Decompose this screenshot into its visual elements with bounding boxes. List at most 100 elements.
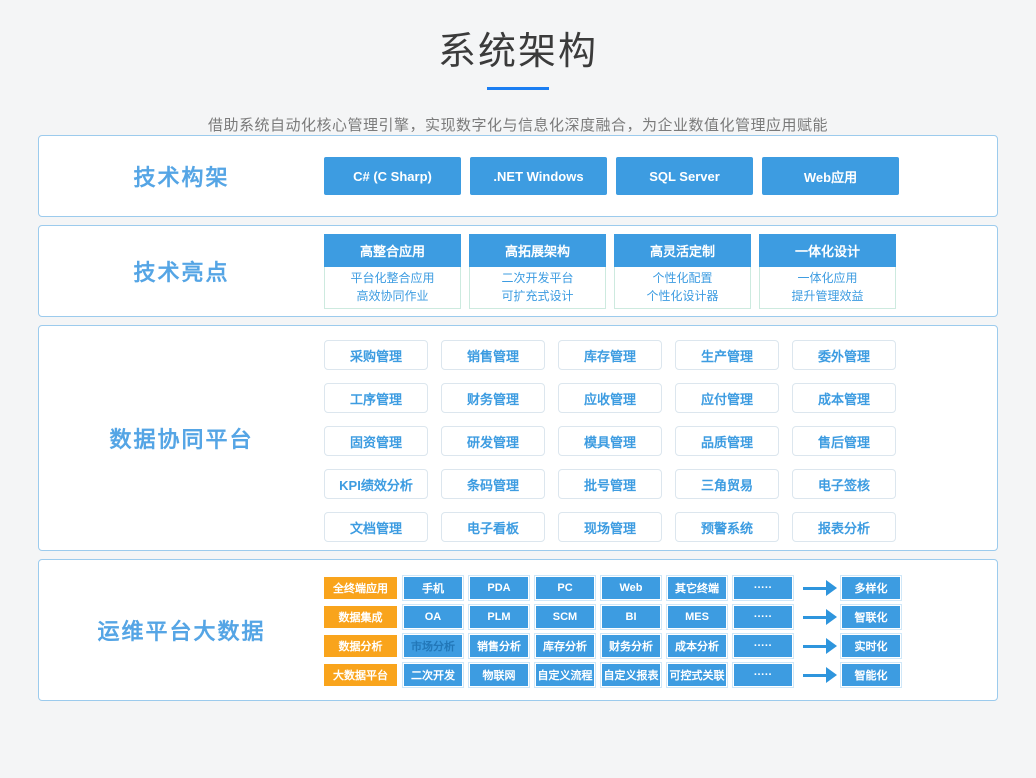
tech-stack-button-dotnet[interactable]: .NET Windows	[470, 157, 607, 195]
module-button[interactable]: 生产管理	[675, 340, 779, 370]
arrow-right-icon	[802, 606, 838, 628]
module-button[interactable]: 条码管理	[441, 469, 545, 499]
module-button[interactable]: 三角贸易	[675, 469, 779, 499]
bigdata-item-button[interactable]: 成本分析	[668, 635, 726, 657]
module-button[interactable]: 采购管理	[324, 340, 428, 370]
bigdata-item-button[interactable]: 自定义报表	[602, 664, 660, 686]
bigdata-item-button[interactable]: 二次开发	[404, 664, 462, 686]
module-button[interactable]: 财务管理	[441, 383, 545, 413]
highlight-card-line: 平台化整合应用	[325, 269, 460, 287]
bigdata-item-button[interactable]: Web	[602, 577, 660, 599]
bigdata-item-button[interactable]: 销售分析	[470, 635, 528, 657]
highlight-card-line: 提升管理效益	[760, 287, 895, 305]
bigdata-item-button[interactable]: 库存分析	[536, 635, 594, 657]
bigdata-item-button[interactable]: 其它终端	[668, 577, 726, 599]
section-bigdata: 运维平台大数据 全终端应用手机 PDA PC Web 其它终端 ····· 多样化数据集成 O…	[38, 559, 998, 701]
bigdata-category-tag[interactable]: 数据分析	[324, 635, 397, 657]
bigdata-item-button[interactable]: PDA	[470, 577, 528, 599]
bigdata-item-button[interactable]: PC	[536, 577, 594, 599]
bigdata-result-button[interactable]: 智能化	[842, 664, 900, 686]
module-button[interactable]: 应付管理	[675, 383, 779, 413]
module-button[interactable]: 应收管理	[558, 383, 662, 413]
bigdata-category-tag[interactable]: 全终端应用	[324, 577, 397, 599]
module-button[interactable]: 电子签核	[792, 469, 896, 499]
highlight-card: 高灵活定制 个性化配置 个性化设计器	[614, 234, 751, 309]
highlight-card-body: 平台化整合应用 高效协同作业	[324, 267, 461, 309]
bigdata-item-button[interactable]: ·····	[734, 577, 792, 599]
highlight-card-line: 一体化应用	[760, 269, 895, 287]
bigdata-row: 数据分析市场分析销售分析库存分析财务分析成本分析 ····· 实时化	[324, 635, 997, 657]
bigdata-category-tag[interactable]: 大数据平台	[324, 664, 397, 686]
module-button[interactable]: 库存管理	[558, 340, 662, 370]
bigdata-item-button[interactable]: OA	[404, 606, 462, 628]
module-button[interactable]: 销售管理	[441, 340, 545, 370]
highlight-card-body: 个性化配置 个性化设计器	[614, 267, 751, 309]
bigdata-item-button[interactable]: ·····	[734, 606, 792, 628]
module-button[interactable]: 批号管理	[558, 469, 662, 499]
highlight-card: 高整合应用 平台化整合应用 高效协同作业	[324, 234, 461, 309]
module-button[interactable]: 成本管理	[792, 383, 896, 413]
arrow-right-icon	[802, 664, 838, 686]
tech-stack-button-web[interactable]: Web应用	[762, 157, 899, 195]
bigdata-item-button[interactable]: ·····	[734, 664, 792, 686]
highlight-card-line: 个性化配置	[615, 269, 750, 287]
highlight-card-line: 个性化设计器	[615, 287, 750, 305]
arrow-right-icon	[802, 577, 838, 599]
module-button[interactable]: 电子看板	[441, 512, 545, 542]
bigdata-item-button[interactable]: 市场分析	[404, 635, 462, 657]
module-button[interactable]: 工序管理	[324, 383, 428, 413]
module-button[interactable]: 委外管理	[792, 340, 896, 370]
bigdata-item-button[interactable]: 自定义流程	[536, 664, 594, 686]
module-button[interactable]: 品质管理	[675, 426, 779, 456]
bigdata-item-button[interactable]: SCM	[536, 606, 594, 628]
bigdata-category-tag[interactable]: 数据集成	[324, 606, 397, 628]
bigdata-item-button[interactable]: ·····	[734, 635, 792, 657]
highlight-card-title: 高拓展架构	[469, 234, 606, 267]
highlight-card: 高拓展架构 二次开发平台 可扩充式设计	[469, 234, 606, 309]
tech-stack-buttons: C# (C Sharp) .NET Windows SQL Server Web…	[324, 136, 997, 216]
module-button[interactable]: 固资管理	[324, 426, 428, 456]
module-button[interactable]: 研发管理	[441, 426, 545, 456]
page-title: 系统架构	[0, 20, 1036, 75]
module-button[interactable]: 报表分析	[792, 512, 896, 542]
bigdata-item-button[interactable]: 物联网	[470, 664, 528, 686]
system-architecture-page: 系统架构 借助系统自动化核心管理引擎，实现数字化与信息化深度融合，为企业数值化管…	[0, 0, 1036, 778]
module-grid: 采购管理销售管理库存管理生产管理委外管理工序管理财务管理应收管理应付管理成本管理…	[324, 326, 997, 550]
page-header: 系统架构 借助系统自动化核心管理引擎，实现数字化与信息化深度融合，为企业数值化管…	[0, 0, 1036, 135]
bigdata-item-button[interactable]: PLM	[470, 606, 528, 628]
module-button[interactable]: 预警系统	[675, 512, 779, 542]
bigdata-item-button[interactable]: MES	[668, 606, 726, 628]
bigdata-item-button[interactable]: 可控式关联	[668, 664, 726, 686]
highlight-card-body: 一体化应用 提升管理效益	[759, 267, 896, 309]
highlight-card-line: 可扩充式设计	[470, 287, 605, 305]
bigdata-row: 大数据平台二次开发物联网自定义流程自定义报表可控式关联 ····· 智能化	[324, 664, 997, 686]
tech-stack-button-sql[interactable]: SQL Server	[616, 157, 753, 195]
section-label-data-platform: 数据协同平台	[39, 326, 324, 550]
highlight-card-line: 二次开发平台	[470, 269, 605, 287]
highlight-card: 一体化设计 一体化应用 提升管理效益	[759, 234, 896, 309]
bigdata-rows: 全终端应用手机 PDA PC Web 其它终端 ····· 多样化数据集成 OA PLM SCM B…	[324, 560, 997, 700]
bigdata-item-button[interactable]: 财务分析	[602, 635, 660, 657]
highlight-card-line: 高效协同作业	[325, 287, 460, 305]
bigdata-item-button[interactable]: BI	[602, 606, 660, 628]
section-tech-stack: 技术构架 C# (C Sharp) .NET Windows SQL Serve…	[38, 135, 998, 217]
module-button[interactable]: 文档管理	[324, 512, 428, 542]
module-button[interactable]: 现场管理	[558, 512, 662, 542]
bigdata-result-button[interactable]: 实时化	[842, 635, 900, 657]
highlight-card-body: 二次开发平台 可扩充式设计	[469, 267, 606, 309]
tech-stack-button-csharp[interactable]: C# (C Sharp)	[324, 157, 461, 195]
section-highlights: 技术亮点 高整合应用 平台化整合应用 高效协同作业 高拓展架构 二次开发平台 可…	[38, 225, 998, 317]
module-button[interactable]: KPI绩效分析	[324, 469, 428, 499]
highlight-card-title: 一体化设计	[759, 234, 896, 267]
bigdata-result-button[interactable]: 多样化	[842, 577, 900, 599]
section-label-bigdata: 运维平台大数据	[39, 560, 324, 700]
section-label-highlights: 技术亮点	[39, 226, 324, 316]
highlight-cards: 高整合应用 平台化整合应用 高效协同作业 高拓展架构 二次开发平台 可扩充式设计…	[324, 226, 997, 316]
bigdata-item-button[interactable]: 手机	[404, 577, 462, 599]
title-underline	[487, 87, 549, 90]
module-button[interactable]: 模具管理	[558, 426, 662, 456]
module-button[interactable]: 售后管理	[792, 426, 896, 456]
bigdata-result-button[interactable]: 智联化	[842, 606, 900, 628]
section-label-tech-stack: 技术构架	[39, 136, 324, 216]
section-data-platform: 数据协同平台 采购管理销售管理库存管理生产管理委外管理工序管理财务管理应收管理应…	[38, 325, 998, 551]
